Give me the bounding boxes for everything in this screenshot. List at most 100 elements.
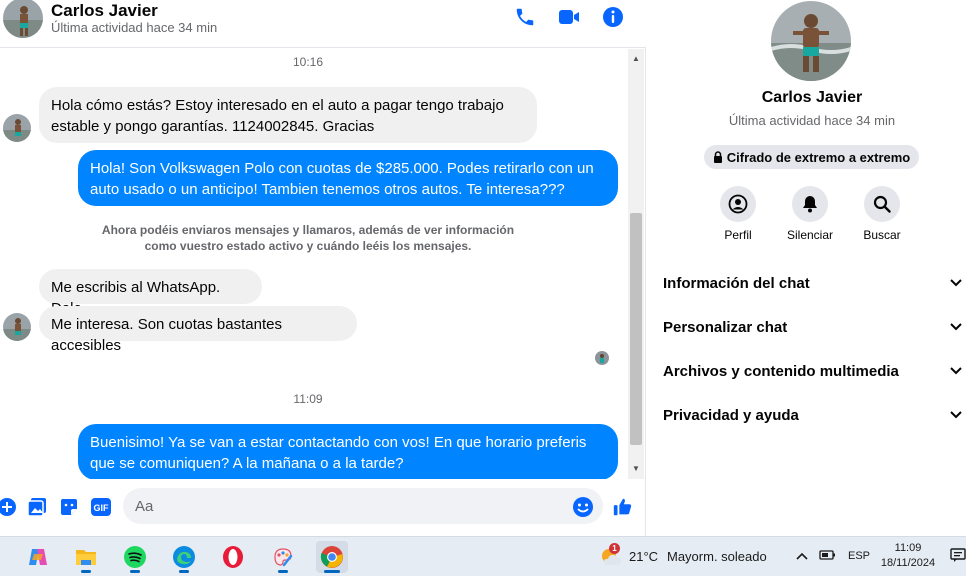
message-scrollbar[interactable]: ▲ ▼ [628,49,644,479]
search-action[interactable]: Buscar [852,186,912,242]
message-avatar [3,114,31,142]
incoming-message[interactable]: Me interesa. Son cuotas bastantes accesi… [39,306,357,354]
mute-action-button[interactable] [792,186,828,222]
message-avatar [3,313,31,341]
chrome-icon [320,546,343,568]
contact-name[interactable]: Carlos Javier [51,1,158,21]
notification-center-button[interactable] [950,547,966,568]
profile-action-label: Perfil [724,228,752,242]
taskbar-opera[interactable] [217,541,249,573]
taskbar-edge[interactable] [168,541,200,573]
search-icon [873,195,891,213]
battery-status[interactable] [819,547,837,568]
emoji-button[interactable] [572,496,594,518]
voice-call-button[interactable] [513,5,537,29]
windows-taskbar: 1 21°C Mayorm. soleado ESP 11:09 18/11/2… [0,536,966,576]
section-label: Archivos y contenido multimedia [663,362,899,380]
phone-icon [516,8,534,26]
profile-status: Última actividad hace 34 min [728,113,896,128]
running-indicator [278,570,288,573]
opera-icon [223,546,243,568]
video-call-icon [559,10,579,24]
svg-text:GIF: GIF [94,503,110,513]
incoming-message[interactable]: Me escribis al WhatsApp. Dale [39,269,262,317]
chevron-down-icon [950,411,962,419]
weather-condition[interactable]: Mayorm. soleado [667,549,767,564]
taskbar-file-explorer[interactable] [70,541,102,573]
section-customize-chat[interactable]: Personalizar chat [663,309,963,345]
outgoing-message[interactable]: Buenisimo! Ya se van a estar contactando… [78,424,618,479]
notification-icon [950,548,966,562]
sticker-icon [61,499,77,515]
section-label: Información del chat [663,274,810,292]
conversation-details-panel: Carlos Javier Última actividad hace 34 m… [647,0,966,536]
taskbar-copilot[interactable] [22,541,54,573]
section-media-files[interactable]: Archivos y contenido multimedia [663,353,963,389]
timestamp-separator: 11:09 [293,392,323,406]
video-call-button[interactable] [557,5,581,29]
scroll-up-arrow[interactable]: ▲ [628,51,644,65]
timestamp-separator: 10:16 [292,55,324,69]
gif-button[interactable]: GIF [90,496,112,518]
scrollbar-thumb[interactable] [630,213,642,445]
profile-avatar[interactable] [771,1,851,81]
outgoing-message[interactable]: Hola! Son Volkswagen Polo con cuotas de … [78,150,618,206]
spotify-icon [124,546,146,568]
running-indicator [81,570,91,573]
weather-badge: 1 [609,543,620,554]
chat-pane: Carlos Javier Última actividad hace 34 m… [0,0,646,536]
search-action-label: Buscar [863,228,901,242]
weather-widget-icon[interactable]: 1 [598,543,622,569]
running-indicator [179,570,189,573]
lock-icon [713,151,722,163]
language-indicator[interactable]: ESP [848,550,870,562]
profile-action-button[interactable] [720,186,756,222]
section-privacy-support[interactable]: Privacidad y ayuda [663,397,963,433]
battery-plug-icon [819,550,835,560]
message-input[interactable] [123,488,603,524]
search-action-button[interactable] [864,186,900,222]
message-list[interactable]: 10:16 Hola cómo estás? Estoy interesado … [0,49,628,479]
image-gallery-icon [27,498,46,517]
chevron-up-icon [796,552,808,560]
section-label: Personalizar chat [663,318,788,336]
chevron-down-icon [950,279,962,287]
plus-icon [0,498,16,516]
taskbar-chrome[interactable] [316,541,348,573]
conversation-info-button[interactable] [601,5,625,29]
encryption-label: Cifrado de extremo a extremo [726,149,911,165]
system-clock[interactable]: 11:09 18/11/2024 [880,541,936,571]
gif-icon: GIF [91,498,111,516]
sticker-button[interactable] [58,496,80,518]
section-chat-info[interactable]: Información del chat [663,265,963,301]
connection-notice: Ahora podéis enviaros mensajes y llamaro… [101,223,515,253]
running-indicator [130,570,140,573]
active-indicator [324,570,340,573]
contact-status: Última actividad hace 34 min [51,20,218,35]
chat-header: Carlos Javier Última actividad hace 34 m… [0,0,646,48]
like-button[interactable] [612,496,634,518]
thumbs-up-icon [613,498,632,516]
clock-time: 11:09 [894,542,922,554]
profile-action[interactable]: Perfil [708,186,768,242]
incoming-message[interactable]: Hola cómo estás? Estoy interesado en el … [39,87,537,143]
bell-icon [803,196,817,213]
profile-icon [728,194,748,214]
contact-avatar[interactable] [3,0,43,38]
mute-action[interactable]: Silenciar [780,186,840,242]
section-label: Privacidad y ayuda [663,406,799,424]
attach-image-button[interactable] [26,496,48,518]
scroll-down-arrow[interactable]: ▼ [628,461,644,475]
weather-temperature[interactable]: 21°C [629,549,658,564]
show-hidden-icons-button[interactable] [795,548,809,566]
copilot-icon [29,549,47,565]
more-actions-button[interactable] [0,496,18,518]
clock-date: 18/11/2024 [880,557,936,569]
taskbar-paint[interactable] [267,541,299,573]
seen-indicator-avatar [595,351,609,365]
encryption-badge[interactable]: Cifrado de extremo a extremo [704,145,919,169]
taskbar-spotify[interactable] [119,541,151,573]
info-icon [603,7,623,27]
emoji-icon [573,497,593,517]
file-explorer-icon [76,550,96,565]
